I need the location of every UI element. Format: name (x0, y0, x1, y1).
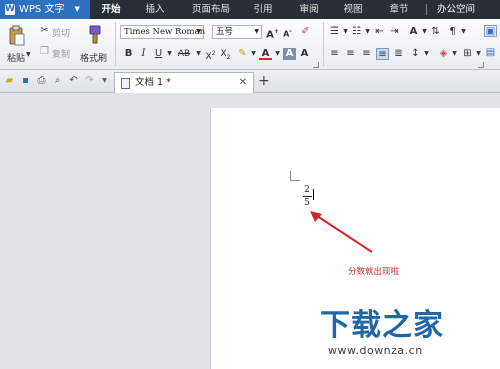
paintbrush-icon (89, 25, 101, 44)
open-folder-icon[interactable]: ▰ (4, 75, 15, 86)
margin-corner-mark (290, 171, 291, 181)
annotation-arrow (310, 211, 373, 253)
print-icon[interactable]: ⎙ (36, 75, 47, 86)
copy-button[interactable]: ❐ 复制 (38, 46, 78, 60)
styles-icon[interactable]: ▤ (484, 47, 497, 59)
cut-label: 剪切 (52, 29, 71, 39)
tab-insert[interactable]: 插入 (140, 0, 170, 19)
font-name-select[interactable]: Times New Roman ▼ (120, 25, 206, 39)
tab-view[interactable]: 视图 (338, 0, 368, 19)
strikethrough-icon[interactable]: AB (175, 48, 193, 60)
tab-review[interactable]: 审阅 (294, 0, 324, 19)
document-tab-title: 文档 1 * (135, 77, 171, 88)
group-divider (323, 22, 324, 66)
format-painter-button[interactable] (82, 24, 104, 46)
decrease-indent-icon[interactable]: ⇤ (373, 26, 386, 38)
fraction-numerator: 2 (304, 185, 310, 195)
italic-icon[interactable]: I (137, 48, 150, 60)
watermark-url: www.downza.cn (328, 344, 423, 357)
paste-button[interactable] (8, 25, 26, 47)
tab-chapter[interactable]: 章节 (384, 0, 414, 19)
font-name-value: Times New Roman (124, 27, 206, 37)
chevron-down-icon[interactable]: ▼ (448, 48, 461, 60)
format-painter-label[interactable]: 格式刷 (80, 51, 107, 64)
close-icon[interactable]: ✕ (239, 73, 247, 93)
subscript-icon[interactable]: X2 (219, 48, 232, 61)
chevron-down-icon: ▼ (196, 28, 201, 35)
copy-icon: ❐ (40, 46, 49, 57)
menu-divider (426, 4, 427, 15)
chevron-down-icon[interactable]: ▼ (26, 51, 31, 58)
font-size-select[interactable]: 五号 ▼ (212, 25, 262, 39)
char-border-icon[interactable]: A (298, 48, 311, 60)
bold-icon[interactable]: B (122, 48, 135, 60)
paragraph-dialog-launcher[interactable] (478, 62, 484, 68)
sort-icon[interactable]: ⇅ (429, 26, 442, 38)
chevron-down-icon[interactable]: ▼ (420, 48, 433, 60)
tab-references[interactable]: 引用 (248, 0, 278, 19)
copy-label: 复制 (52, 50, 71, 60)
paste-label[interactable]: 粘贴 (7, 51, 25, 64)
text-cursor (313, 189, 314, 200)
tab-home[interactable]: 开始 (96, 0, 126, 19)
save-icon[interactable]: ▪ (20, 75, 31, 86)
ribbon-toolbar: 粘贴 ▼ ✂ 剪切 ❐ 复制 格式刷 Times New Roman ▼ 五号 … (0, 19, 500, 70)
undo-icon[interactable]: ↶ (68, 75, 79, 86)
distributed-align-icon[interactable]: ≣ (392, 48, 405, 60)
chevron-down-icon: ▼ (254, 28, 259, 35)
margin-corner-mark (290, 180, 300, 181)
print-preview-icon[interactable]: ⌕ (52, 75, 63, 86)
align-right-icon[interactable]: ≡ (360, 48, 373, 60)
redo-icon[interactable]: ↷ (84, 75, 95, 86)
app-name: WPS 文字 (19, 4, 65, 15)
chevron-down-icon: ▼ (74, 5, 80, 13)
menu-bar: W WPS 文字 ▼ 开始 插入 页面布局 引用 审阅 视图 章节 办公空间 (0, 0, 500, 19)
document-tab[interactable]: 文档 1 * ✕ (114, 72, 254, 93)
cut-button[interactable]: ✂ 剪切 (38, 25, 78, 39)
char-shading-icon[interactable]: A (283, 48, 296, 60)
align-center-icon[interactable]: ≡ (344, 48, 357, 60)
grow-font-icon[interactable]: A+ (266, 26, 279, 40)
text-box-icon[interactable]: ▣ (484, 25, 497, 37)
group-divider (115, 22, 116, 66)
justify-icon[interactable]: ≡ (376, 48, 389, 60)
clear-format-icon[interactable]: ✐ (299, 26, 312, 38)
document-icon (121, 78, 130, 89)
shrink-font-icon[interactable]: A- (281, 26, 294, 39)
tab-office-space[interactable]: 办公空间 (430, 0, 482, 19)
new-tab-icon[interactable]: + (258, 72, 270, 90)
scissors-icon: ✂ (40, 25, 49, 36)
chevron-down-icon[interactable]: ▼ (99, 75, 110, 86)
increase-indent-icon[interactable]: ⇥ (388, 26, 401, 38)
font-dialog-launcher[interactable] (313, 62, 319, 68)
wps-logo-icon: W (5, 4, 15, 15)
font-size-value: 五号 (216, 27, 234, 37)
paste-icon (9, 25, 25, 46)
tab-page-layout[interactable]: 页面布局 (185, 0, 237, 19)
chevron-down-icon[interactable]: ▼ (457, 26, 470, 38)
watermark-logo: 下载之家 (320, 308, 444, 343)
annotation-text: 分数就出现啦 (348, 267, 400, 277)
align-left-icon[interactable]: ≡ (328, 48, 341, 60)
fraction-bar (302, 196, 312, 197)
quick-access-bar: ▰ ▪ ⎙ ⌕ ↶ ↷ ▼ 文档 1 * ✕ + (0, 70, 500, 93)
app-menu-button[interactable]: W WPS 文字 ▼ (0, 0, 90, 19)
superscript-icon[interactable]: X2 (204, 48, 217, 62)
